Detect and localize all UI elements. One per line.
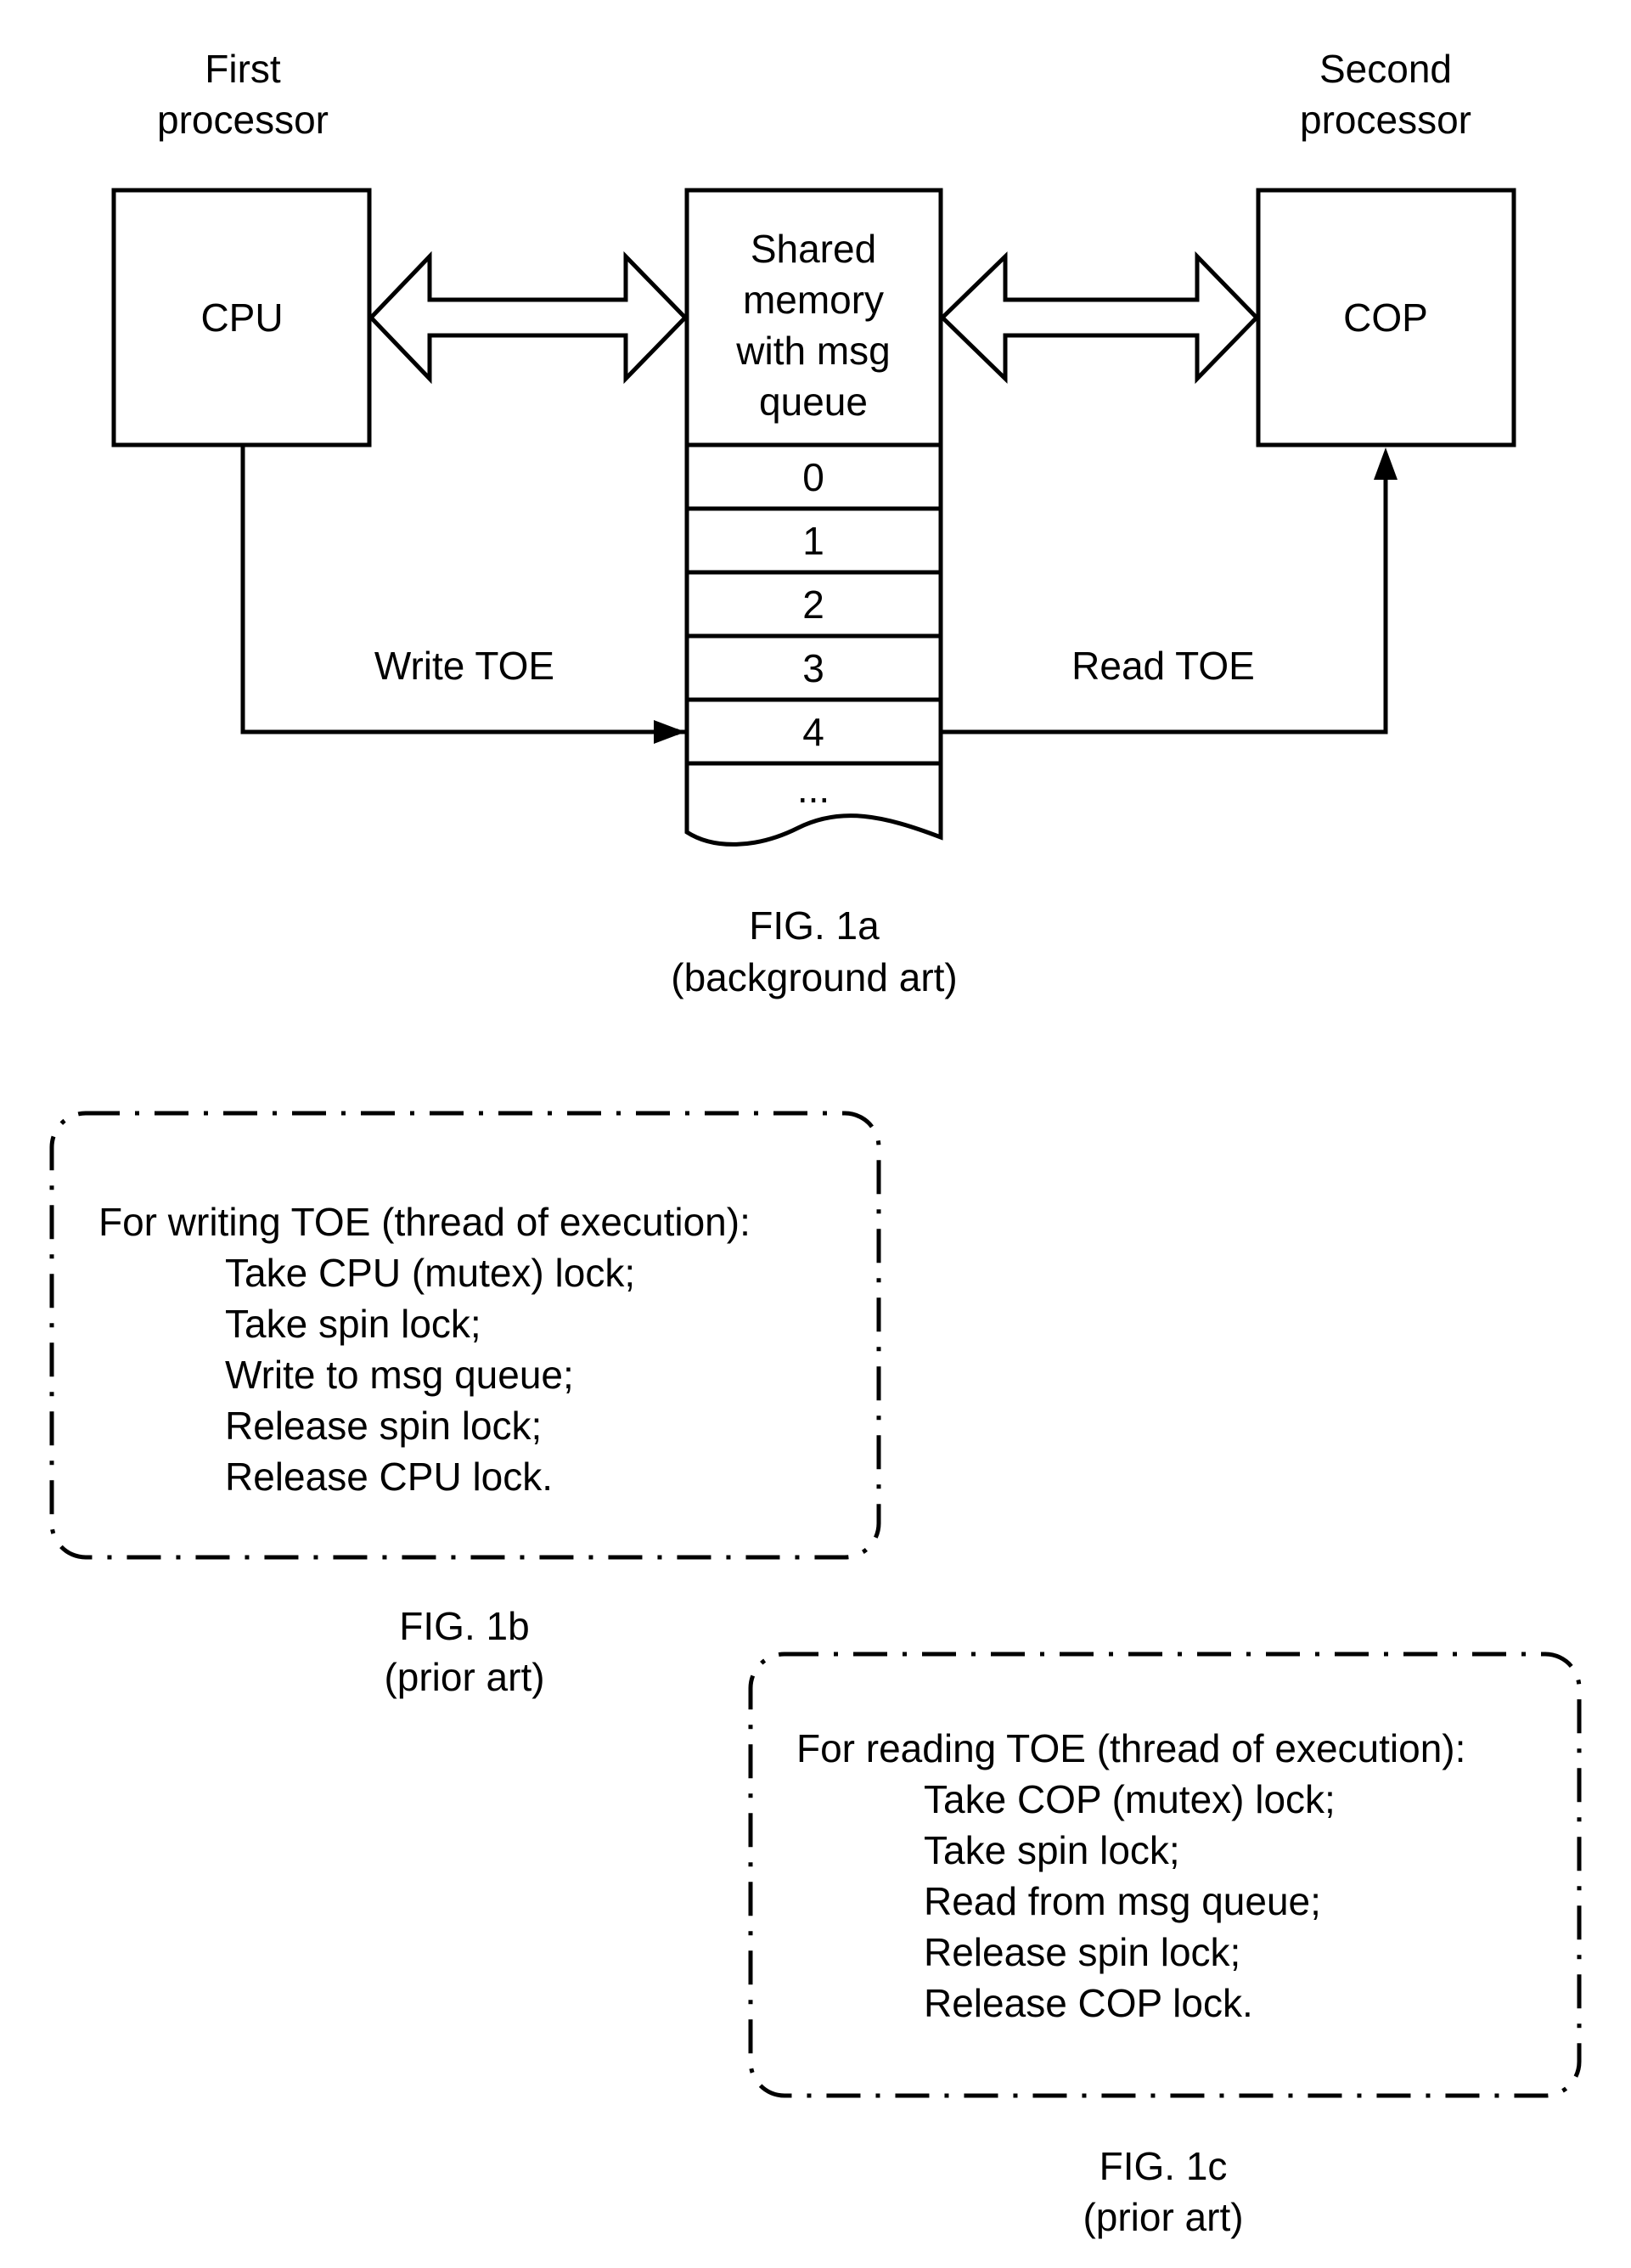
queue-slot-1: 1: [802, 519, 824, 563]
first-processor-label-line2: processor: [157, 98, 329, 142]
fig-1c-step: Take COP (mutex) lock;: [924, 1777, 1336, 1821]
write-toe-arrow: [240, 445, 685, 735]
fig-1c-dashdot-box: [748, 1652, 1582, 2098]
write-toe-label: Write TOE: [374, 644, 554, 688]
read-toe-label: Read TOE: [1071, 644, 1255, 688]
queue-slot-2: 2: [802, 582, 824, 627]
shared-memory-queue: Shared memory with msg queue 0 1 2 3 4 .…: [684, 188, 943, 847]
fig-1c-step: Read from msg queue;: [924, 1879, 1321, 1923]
fig-1b-heading: For writing TOE (thread of execution):: [98, 1200, 751, 1244]
fig-1c-heading: For reading TOE (thread of execution):: [796, 1726, 1465, 1770]
fig-1c: For reading TOE (thread of execution): T…: [748, 1652, 1582, 2239]
read-toe-arrow: [942, 476, 1388, 734]
queue-slot-4: 4: [802, 710, 824, 754]
fig-1a: First processor Second processor CPU COP…: [111, 47, 1516, 999]
diagram-canvas: First processor Second processor CPU COP…: [49, 47, 1582, 2239]
queue-slot-0: 0: [802, 455, 824, 499]
queue-slot-3: 3: [802, 646, 824, 690]
fig-1c-step: Release COP lock.: [924, 1981, 1253, 2025]
first-processor-label-line1: First: [205, 47, 281, 91]
fig-1c-step: Release spin lock;: [924, 1930, 1240, 1974]
fig-1b-caption-title: FIG. 1b: [399, 1604, 529, 1648]
fig-1c-caption-subtitle: (prior art): [1083, 2195, 1243, 2239]
fig-1b-step: Write to msg queue;: [225, 1353, 574, 1397]
read-arrowhead-icon: [1374, 447, 1398, 480]
shared-memory-label-line1: Shared: [751, 227, 876, 271]
second-processor-label-line1: Second: [1319, 47, 1452, 91]
fig-1b-step: Release CPU lock.: [225, 1455, 553, 1499]
queue-slot-ellipsis: ...: [797, 767, 830, 811]
cop-label: COP: [1343, 295, 1428, 340]
fig-1c-caption-title: FIG. 1c: [1100, 2144, 1228, 2188]
write-arrowhead-icon: [654, 720, 685, 744]
shared-memory-label-line2: memory: [743, 278, 884, 322]
cpu-label: CPU: [200, 295, 283, 340]
fig-1c-step: Take spin lock;: [924, 1828, 1180, 1872]
fig-1b-step: Take spin lock;: [225, 1302, 481, 1346]
fig-1b: For writing TOE (thread of execution): T…: [49, 1111, 881, 1699]
cpu-memory-bidirectional-arrow: [368, 250, 689, 385]
second-processor-label-line2: processor: [1300, 98, 1471, 142]
fig-1a-caption-subtitle: (background art): [671, 955, 958, 999]
shared-memory-label-line3: with msg: [735, 329, 890, 373]
memory-cop-bidirectional-arrow: [939, 250, 1260, 385]
fig-1b-step: Take CPU (mutex) lock;: [225, 1251, 635, 1295]
fig-1b-caption-subtitle: (prior art): [384, 1655, 544, 1699]
fig-1a-caption-title: FIG. 1a: [749, 903, 880, 948]
fig-1b-step: Release spin lock;: [225, 1404, 542, 1448]
shared-memory-label-line4: queue: [759, 380, 868, 424]
